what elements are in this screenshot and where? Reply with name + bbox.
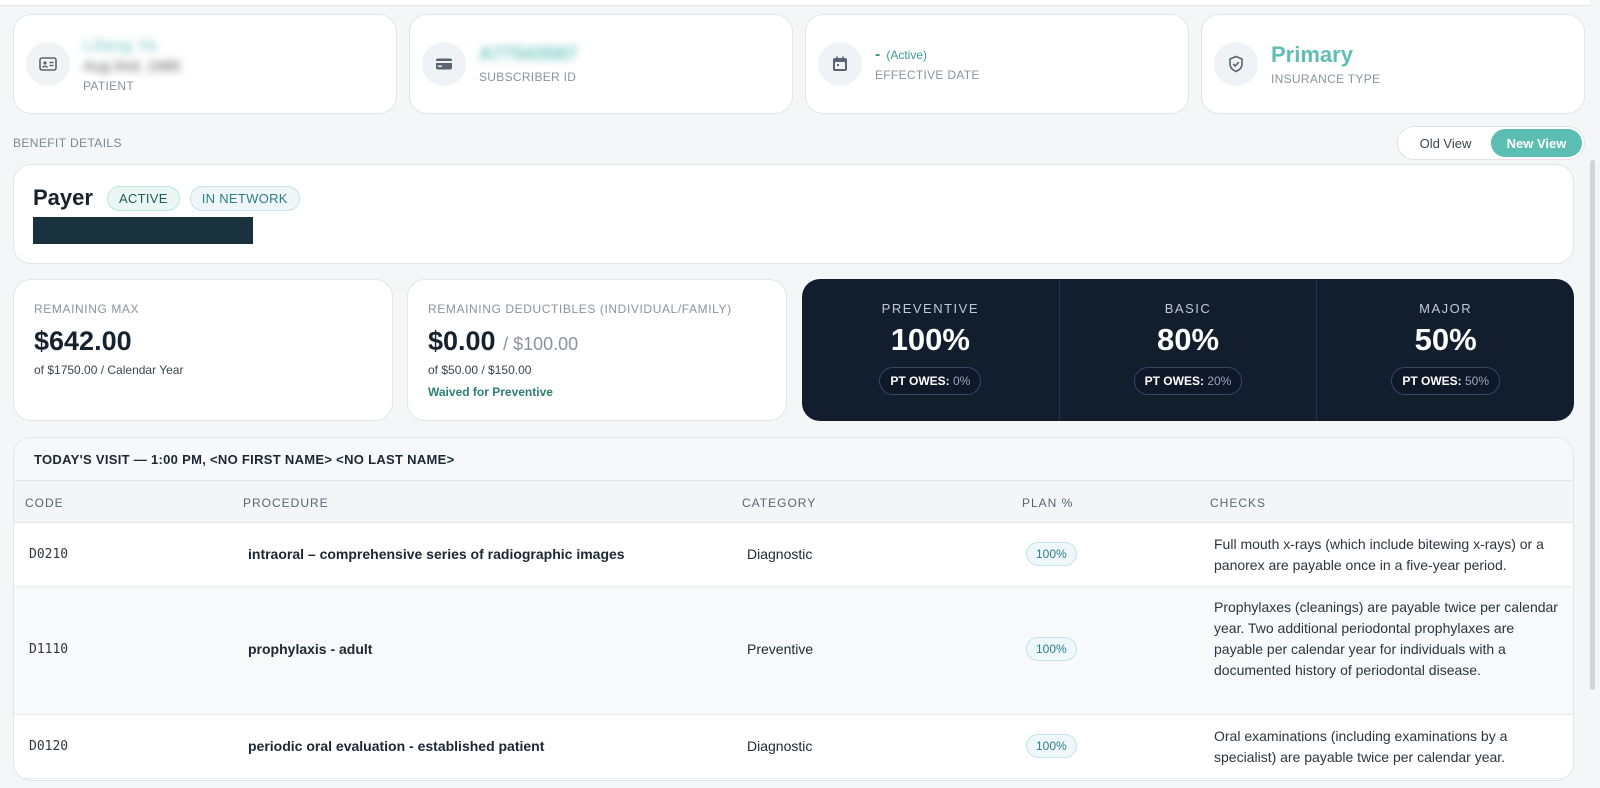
table-row[interactable]: D1110 prophylaxis - adult Preventive 100… — [14, 587, 1573, 715]
coverage-percent: 80% — [1156, 322, 1220, 357]
remaining-max-value: $642.00 — [34, 326, 132, 356]
patient-dob: Aug 0nd, 1985 — [83, 57, 181, 75]
patient-card: Lifang Ye Aug 0nd, 1985 PATIENT — [13, 14, 397, 114]
insurance-card: Primary INSURANCE TYPE — [1201, 14, 1585, 114]
row-plan-badge: 100% — [1026, 542, 1077, 566]
col-category[interactable]: CATEGORY — [742, 496, 816, 510]
row-category: Diagnostic — [747, 738, 813, 754]
col-plan[interactable]: PLAN % — [1022, 496, 1073, 510]
coverage-name: MAJOR — [1419, 301, 1473, 316]
remaining-max-sub: of $1750.00 / Calendar Year — [34, 363, 184, 377]
payer-card: Payer ACTIVE IN NETWORK — [13, 164, 1574, 264]
col-procedure[interactable]: PROCEDURE — [243, 496, 329, 510]
redacted-payer-name — [33, 217, 253, 244]
remaining-max-label: REMAINING MAX — [34, 302, 140, 316]
view-toggle: Old View New View — [1397, 126, 1585, 160]
patient-label: PATIENT — [83, 78, 134, 93]
row-checks: Full mouth x-rays (which include bitewin… — [1214, 536, 1544, 573]
row-checks: Prophylaxes (cleanings) are payable twic… — [1214, 599, 1558, 678]
coverage-percent: 100% — [890, 322, 970, 357]
row-code: D1110 — [29, 642, 69, 657]
coverage-basic: BASIC 80% PT OWES: 20% — [1060, 279, 1318, 421]
info-cards: Lifang Ye Aug 0nd, 1985 PATIENT A7754358… — [13, 14, 1585, 114]
row-procedure: intraoral – comprehensive series of radi… — [248, 546, 625, 562]
row-plan-badge: 100% — [1026, 734, 1077, 758]
deductibles-waived-note: Waived for Preventive — [428, 385, 553, 399]
col-checks[interactable]: CHECKS — [1210, 496, 1266, 510]
pt-owes-label: PT OWES: — [1144, 374, 1204, 388]
subscriber-id: A77543587 — [479, 44, 578, 65]
insurance-label: INSURANCE TYPE — [1271, 72, 1381, 86]
deductibles-sub: of $50.00 / $150.00 — [428, 363, 532, 377]
deductibles-value: $0.00 — [428, 326, 496, 356]
effective-card: - (Active) EFFECTIVE DATE — [805, 14, 1189, 114]
coverage-name: PREVENTIVE — [881, 301, 980, 316]
new-view-button[interactable]: New View — [1491, 129, 1582, 157]
shield-check-icon — [1214, 42, 1258, 86]
coverage-major: MAJOR 50% PT OWES: 50% — [1317, 279, 1574, 421]
vertical-scrollbar[interactable] — [1590, 160, 1595, 690]
table-row[interactable]: D0120 periodic oral evaluation - establi… — [14, 715, 1573, 779]
pt-owes-value: 20% — [1207, 374, 1232, 388]
coverage-preventive: PREVENTIVE 100% PT OWES: 0% — [802, 279, 1060, 421]
coverage-name: BASIC — [1164, 301, 1212, 316]
credit-card-icon — [422, 42, 466, 86]
pt-owes-pill: PT OWES: 50% — [1391, 367, 1501, 395]
in-network-badge: IN NETWORK — [189, 185, 300, 211]
subscriber-label: SUBSCRIBER ID — [479, 70, 577, 84]
id-card-icon — [26, 42, 70, 86]
pt-owes-label: PT OWES: — [1402, 374, 1462, 388]
row-checks: Oral examinations (including examination… — [1214, 728, 1508, 765]
calendar-icon — [818, 42, 862, 86]
pt-owes-pill: PT OWES: 20% — [1133, 367, 1243, 395]
patient-name: Lifang Ye — [83, 35, 158, 55]
pt-owes-value: 0% — [953, 374, 971, 388]
subscriber-card: A77543587 SUBSCRIBER ID — [409, 14, 793, 114]
row-code: D0120 — [29, 739, 69, 754]
deductibles-label: REMAINING DEDUCTIBLES (INDIVIDUAL/FAMILY… — [428, 302, 732, 316]
pt-owes-pill: PT OWES: 0% — [879, 367, 982, 395]
col-code[interactable]: CODE — [25, 496, 64, 510]
pt-owes-value: 50% — [1465, 374, 1490, 388]
table-header: CODE PROCEDURE CATEGORY PLAN % CHECKS — [14, 481, 1573, 523]
coverage-percent: 50% — [1414, 322, 1477, 357]
row-code: D0210 — [29, 547, 69, 562]
effective-status: (Active) — [886, 48, 927, 62]
top-bar — [0, 0, 1590, 6]
effective-value: - — [875, 46, 881, 63]
deductibles-card: REMAINING DEDUCTIBLES (INDIVIDUAL/FAMILY… — [407, 279, 787, 421]
row-category: Diagnostic — [747, 546, 813, 562]
payer-title: Payer — [33, 185, 93, 210]
insurance-type: Primary — [1271, 42, 1353, 67]
table-row[interactable]: D0210 intraoral – comprehensive series o… — [14, 523, 1573, 587]
coverage-panel: PREVENTIVE 100% PT OWES: 0% BASIC 80% PT… — [802, 279, 1574, 421]
visit-title: TODAY'S VISIT — 1:00 PM, <NO FIRST NAME>… — [14, 438, 1573, 481]
deductibles-family: / $100.00 — [503, 334, 579, 354]
pt-owes-label: PT OWES: — [890, 374, 950, 388]
active-badge: ACTIVE — [106, 185, 180, 211]
row-procedure: periodic oral evaluation - established p… — [248, 738, 545, 754]
benefit-details-label: BENEFIT DETAILS — [13, 136, 122, 150]
row-plan-badge: 100% — [1026, 637, 1077, 661]
row-category: Preventive — [747, 641, 814, 657]
old-view-button[interactable]: Old View — [1400, 129, 1491, 157]
remaining-max-card: REMAINING MAX $642.00 of $1750.00 / Cale… — [13, 279, 393, 421]
todays-visit-card: TODAY'S VISIT — 1:00 PM, <NO FIRST NAME>… — [13, 437, 1574, 781]
row-procedure: prophylaxis - adult — [248, 641, 373, 657]
effective-label: EFFECTIVE DATE — [875, 68, 980, 82]
